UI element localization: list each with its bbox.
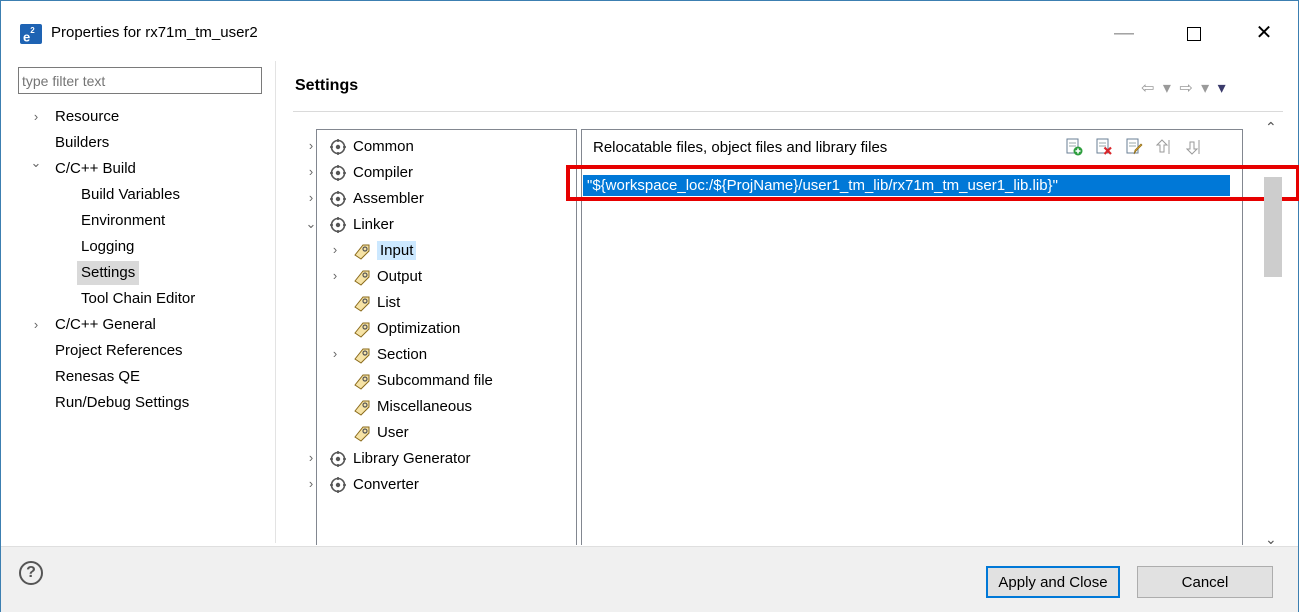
help-icon[interactable]: ? [19,561,43,585]
tree-item-label: Compiler [353,164,414,181]
move-up-icon[interactable] [1155,138,1174,156]
move-down-icon[interactable] [1185,138,1204,156]
settings-page-icon [353,268,371,286]
tree-item-label: Converter [353,476,419,493]
nav-item-project-references[interactable]: Project References [55,339,183,363]
tree-item-label: Subcommand file [377,372,493,389]
tree-item-label: Output [377,268,423,285]
nav-item-build-variables[interactable]: Build Variables [81,183,180,207]
tool-gear-icon [329,164,347,182]
tree-item-label: Library Generator [353,450,471,467]
chevron-down-icon[interactable]: ⌄ [29,155,43,171]
settings-page-icon [353,398,371,416]
header-divider [293,111,1283,112]
nav-item-builders[interactable]: Builders [55,131,109,155]
pane-divider[interactable] [275,61,276,543]
e2-studio-app-icon: e2 [20,24,42,44]
filter-input[interactable] [18,67,262,94]
tree-item-label: Input [377,241,417,260]
tree-item-common[interactable]: Common [329,135,414,159]
tree-item-assembler[interactable]: Assembler [329,187,424,211]
annotation-highlight-box [566,165,1299,201]
chevron-right-icon[interactable]: › [29,109,43,124]
chevron-right-icon[interactable]: › [304,190,318,205]
dialog-footer: ? Apply and Close Cancel [1,546,1298,612]
tree-item-converter[interactable]: Converter [329,473,419,497]
maximize-button[interactable] [1171,13,1217,53]
tree-item-miscellaneous[interactable]: Miscellaneous [353,395,472,419]
nav-item-logging[interactable]: Logging [81,235,134,259]
window-title: Properties for rx71m_tm_user2 [51,24,258,41]
nav-item-settings[interactable]: Settings [77,261,140,285]
chevron-right-icon[interactable]: › [304,476,318,491]
tree-item-label: Assembler [353,190,424,207]
tool-gear-icon [329,190,347,208]
nav-item-cpp-general[interactable]: C/C++ General [55,313,156,337]
history-nav-arrows[interactable]: ⇦ ▾ ⇨ ▾ ▾ [1141,78,1228,98]
tree-item-label: Common [353,138,414,155]
tree-item-label: Optimization [377,320,461,337]
chevron-right-icon[interactable]: › [328,346,342,361]
properties-dialog: e2 Properties for rx71m_tm_user2 — ✕ › R… [0,0,1299,612]
tree-item-label: Section [377,346,428,363]
cancel-button[interactable]: Cancel [1137,566,1273,598]
tree-item-list[interactable]: List [353,291,400,315]
tree-item-label: Miscellaneous [377,398,473,415]
tool-gear-icon [329,216,347,234]
tool-gear-icon [329,476,347,494]
nav-item-environment[interactable]: Environment [81,209,165,233]
settings-page-icon [353,320,371,338]
tree-item-output[interactable]: Output [353,265,422,289]
title-bar: e2 Properties for rx71m_tm_user2 — ✕ [1,1,1298,61]
chevron-right-icon[interactable]: › [304,450,318,465]
settings-page-icon [353,372,371,390]
settings-page-icon [353,424,371,442]
files-label: Relocatable files, object files and libr… [593,139,888,156]
tree-item-user[interactable]: User [353,421,409,445]
settings-page-icon [353,346,371,364]
tree-item-input[interactable]: Input [353,239,417,263]
nav-item-renesas-qe[interactable]: Renesas QE [55,365,140,389]
apply-and-close-button[interactable]: Apply and Close [986,566,1120,598]
view-menu-icon[interactable]: ▾ [1218,80,1228,97]
nav-item-cpp-build[interactable]: C/C++ Build [55,157,136,181]
close-button[interactable]: ✕ [1241,13,1287,53]
files-toolbar [1065,138,1212,158]
vertical-scrollbar-thumb[interactable] [1264,177,1282,277]
nav-item-tool-chain-editor[interactable]: Tool Chain Editor [81,287,195,311]
tree-item-optimization[interactable]: Optimization [353,317,460,341]
back-forward-icons[interactable]: ⇦ ▾ ⇨ ▾ [1141,80,1211,97]
tree-item-label: List [377,294,401,311]
chevron-right-icon[interactable]: › [304,138,318,153]
page-title: Settings [295,77,359,94]
nav-item-resource[interactable]: Resource [55,105,119,129]
settings-page-icon [353,294,371,312]
chevron-right-icon[interactable]: › [29,317,43,332]
chevron-right-icon[interactable]: › [304,164,318,179]
tree-item-compiler[interactable]: Compiler [329,161,413,185]
nav-item-run-debug-settings[interactable]: Run/Debug Settings [55,391,189,415]
minimize-button[interactable]: — [1101,13,1147,53]
edit-icon[interactable] [1125,138,1143,156]
settings-page-icon [353,242,371,260]
tree-item-library-generator[interactable]: Library Generator [329,447,471,471]
delete-icon[interactable] [1095,138,1113,156]
tree-item-linker[interactable]: Linker [329,213,394,237]
tree-item-label: Linker [353,216,394,233]
chevron-down-icon[interactable]: ⌄ [304,216,318,232]
tree-item-label: User [377,424,409,441]
chevron-right-icon[interactable]: › [328,268,342,283]
tool-gear-icon [329,450,347,468]
maximize-icon [1187,26,1201,41]
tree-item-subcommand-file[interactable]: Subcommand file [353,369,493,393]
scroll-up-icon[interactable]: ⌃ [1265,119,1277,136]
tool-gear-icon [329,138,347,156]
tree-item-section[interactable]: Section [353,343,427,367]
chevron-right-icon[interactable]: › [328,242,342,257]
add-icon[interactable] [1065,138,1083,156]
